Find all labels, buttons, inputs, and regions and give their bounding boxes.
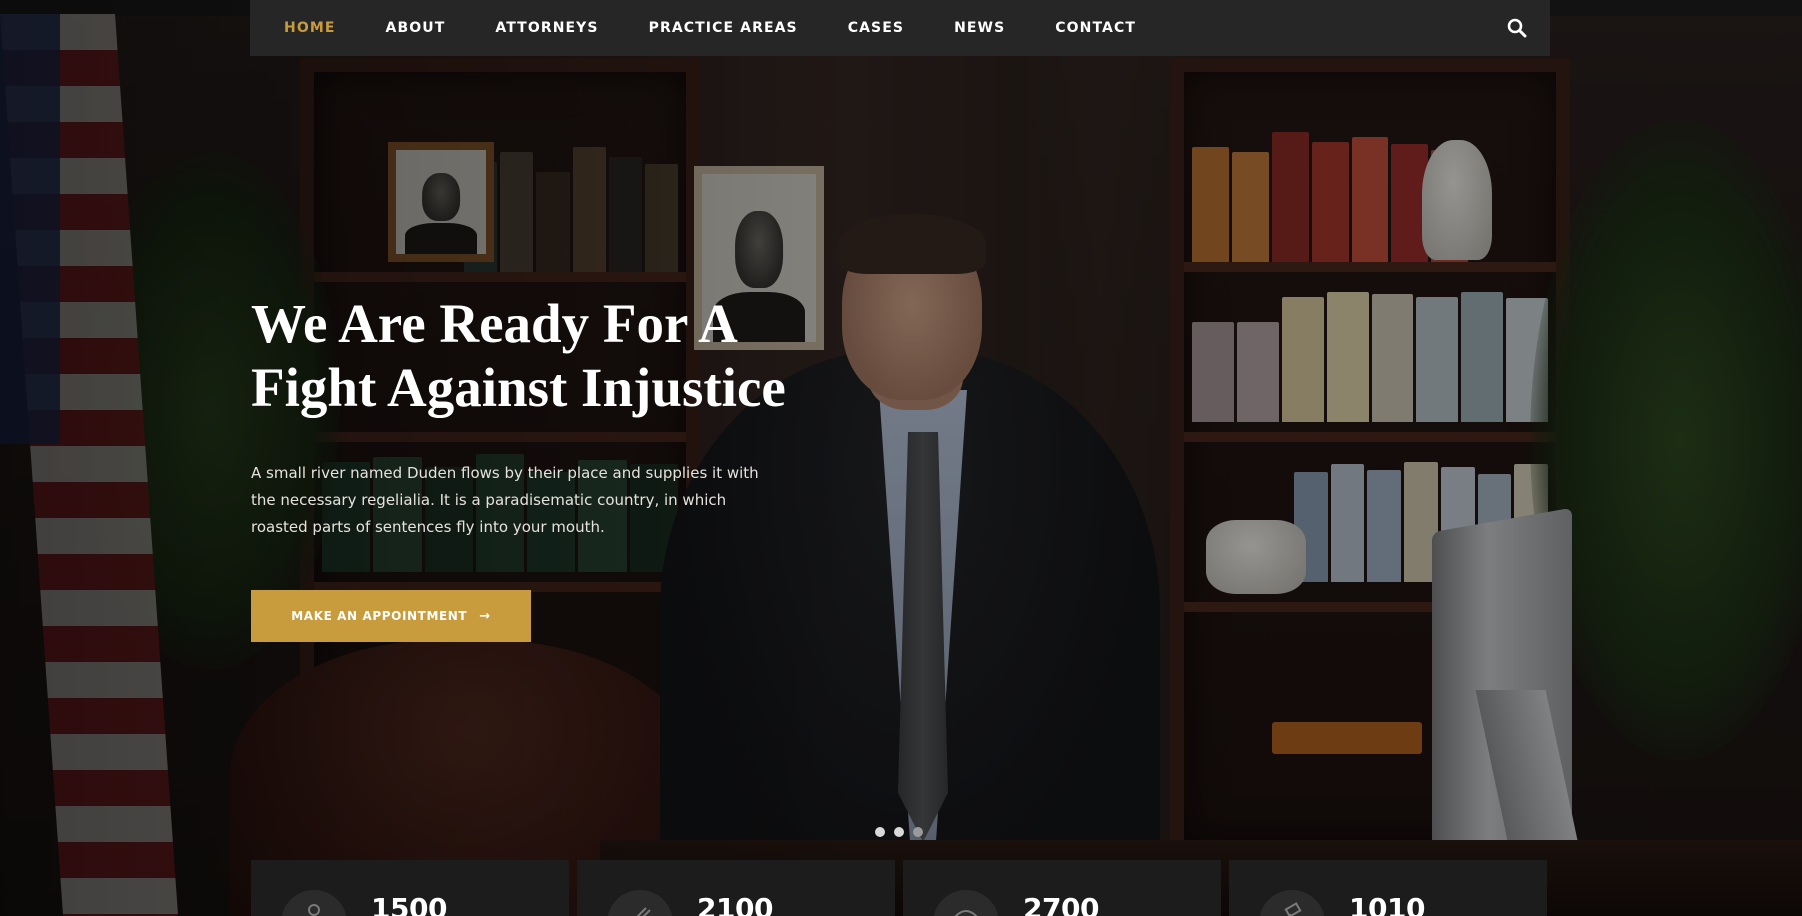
cta-label: MAKE AN APPOINTMENT: [291, 609, 468, 623]
stat-card: 2100: [577, 860, 895, 916]
main-navigation: HOME ABOUT ATTORNEYS PRACTICE AREAS CASE…: [250, 0, 1550, 56]
nav-item-practice-areas[interactable]: PRACTICE AREAS: [649, 20, 798, 36]
make-appointment-button[interactable]: MAKE AN APPOINTMENT →: [251, 590, 531, 642]
gradient-overlay: [0, 0, 900, 916]
stat-card: 1500: [251, 860, 569, 916]
hero-title: We Are Ready For A Fight Against Injusti…: [251, 292, 811, 420]
nav-item-cases[interactable]: CASES: [848, 20, 904, 36]
hero-title-line: We Are Ready For A: [251, 293, 738, 354]
slide-dot[interactable]: [913, 827, 923, 837]
search-icon[interactable]: [1506, 17, 1528, 39]
slide-dot[interactable]: [875, 827, 885, 837]
nav-item-news[interactable]: NEWS: [954, 20, 1005, 36]
slider-dots: [875, 827, 923, 837]
gavel-icon: [1259, 890, 1325, 916]
hero-description: A small river named Duden flows by their…: [251, 464, 759, 536]
hero-background: [0, 0, 1802, 916]
stat-value: 2700: [1023, 892, 1099, 916]
stat-value: 1500: [371, 892, 447, 916]
nav-item-contact[interactable]: CONTACT: [1055, 20, 1136, 36]
hero-title-line: Fight Against Injustice: [251, 357, 786, 418]
stat-value: 2100: [697, 892, 773, 916]
nav-item-about[interactable]: ABOUT: [386, 20, 446, 36]
arrow-right-icon: →: [479, 608, 491, 624]
stat-card: 1010: [1229, 860, 1547, 916]
document-icon: [607, 890, 673, 916]
stat-card: 2700: [903, 860, 1221, 916]
slide-dot[interactable]: [894, 827, 904, 837]
nav-item-attorneys[interactable]: ATTORNEYS: [495, 20, 598, 36]
handshake-icon: [933, 890, 999, 916]
stats-strip: 1500 2100 2700 1010: [251, 860, 1547, 916]
stat-value: 1010: [1349, 892, 1425, 916]
lawyer-icon: [281, 890, 347, 916]
nav-item-home[interactable]: HOME: [284, 20, 336, 36]
